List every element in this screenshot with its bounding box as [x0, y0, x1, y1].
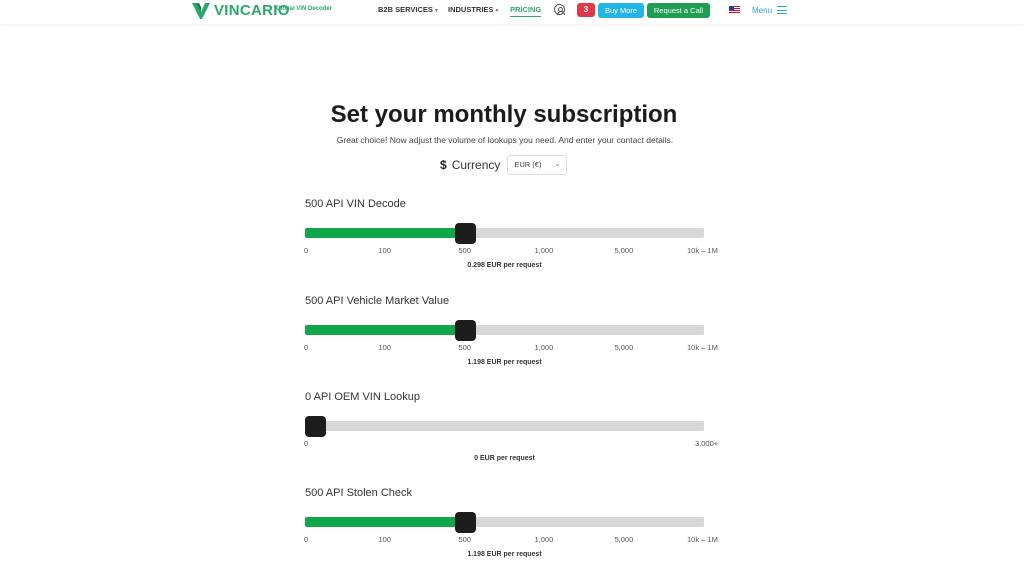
- slider-tick-label: 10k – 1M: [687, 535, 718, 544]
- slider-tick-label: 1,000: [534, 246, 554, 255]
- nav-industries[interactable]: INDUSTRIES ▾: [448, 5, 498, 14]
- slider-tick-label: 0: [304, 246, 309, 255]
- slider-track[interactable]: [305, 517, 704, 527]
- slider-tick-label: 1,000: [534, 535, 554, 544]
- slider-handle[interactable]: [455, 512, 476, 533]
- slider-tick-label: 5,000: [614, 343, 634, 352]
- slider-tick-label: 5,000: [614, 535, 634, 544]
- chevron-down-icon: ▾: [434, 8, 438, 14]
- chevron-down-icon: ▾: [495, 8, 499, 14]
- currency-value: EUR (€): [514, 160, 542, 169]
- page-subtitle: Great choice! Now adjust the volume of l…: [336, 135, 674, 145]
- slider-title: 500 API Vehicle Market Value: [305, 295, 450, 307]
- slider-title: 0 API OEM VIN Lookup: [305, 391, 420, 403]
- slider-tick-label: 500: [458, 343, 472, 352]
- slider-track[interactable]: [305, 325, 704, 335]
- price-per-request: 0 EUR per request: [474, 455, 535, 462]
- slider-tick-label: 5,000: [614, 246, 634, 255]
- slider-track[interactable]: [305, 421, 704, 431]
- logo-tagline: Global VIN Decoder: [276, 6, 333, 12]
- price-per-request: 1.198 EUR per request: [467, 359, 542, 366]
- slider-handle[interactable]: [455, 223, 476, 244]
- slider-track[interactable]: [305, 228, 704, 238]
- slider-title: 500 API Stolen Check: [305, 487, 413, 499]
- slider-handle[interactable]: [455, 320, 476, 341]
- cart-count-badge[interactable]: 3: [577, 3, 595, 17]
- chevron-down-icon: ⌄: [554, 161, 561, 168]
- slider-tick-label: 0: [304, 343, 309, 352]
- nav-pricing[interactable]: PRICING: [510, 5, 542, 17]
- slider-fill: [305, 228, 465, 238]
- slider-tick-label: 0: [304, 535, 309, 544]
- slider-tick-label: 3,000+: [695, 439, 719, 448]
- buy-more-button[interactable]: Buy More: [598, 3, 644, 18]
- site-header: VINCARIO Global VIN Decoder B2B SERVICES…: [0, 0, 1024, 24]
- page-title: Set your monthly subscription: [330, 101, 678, 128]
- logo-check-icon: [192, 2, 210, 19]
- hamburger-menu-icon[interactable]: [777, 6, 787, 14]
- price-per-request: 1.198 EUR per request: [467, 551, 542, 558]
- slider-fill: [305, 517, 465, 527]
- slider-tick-label: 500: [458, 535, 472, 544]
- slider-tick-label: 100: [378, 246, 392, 255]
- currency-select[interactable]: EUR (€) ⌄: [507, 155, 568, 175]
- slider-fill: [305, 325, 465, 335]
- slider-tick-label: 1,000: [534, 343, 554, 352]
- currency-selector-row: $ Currency EUR (€) ⌄: [440, 155, 568, 175]
- us-flag-icon[interactable]: [729, 6, 740, 14]
- slider-tick-label: 500: [458, 246, 472, 255]
- menu-button[interactable]: Menu: [752, 6, 772, 15]
- price-per-request: 0.298 EUR per request: [467, 262, 542, 269]
- currency-label: Currency: [451, 158, 501, 172]
- slider-tick-label: 100: [378, 343, 392, 352]
- slider-handle[interactable]: [305, 416, 326, 437]
- slider-tick-label: 10k – 1M: [687, 246, 718, 255]
- nav-b2b-services[interactable]: B2B SERVICES ▾: [378, 5, 438, 14]
- slider-tick-label: 0: [304, 439, 309, 448]
- slider-tick-label: 100: [378, 535, 392, 544]
- slider-title: 500 API VIN Decode: [305, 198, 406, 210]
- user-account-icon[interactable]: [554, 4, 565, 15]
- dollar-icon: $: [440, 158, 447, 172]
- slider-tick-label: 10k – 1M: [687, 343, 718, 352]
- request-call-button[interactable]: Request a Call: [647, 3, 710, 18]
